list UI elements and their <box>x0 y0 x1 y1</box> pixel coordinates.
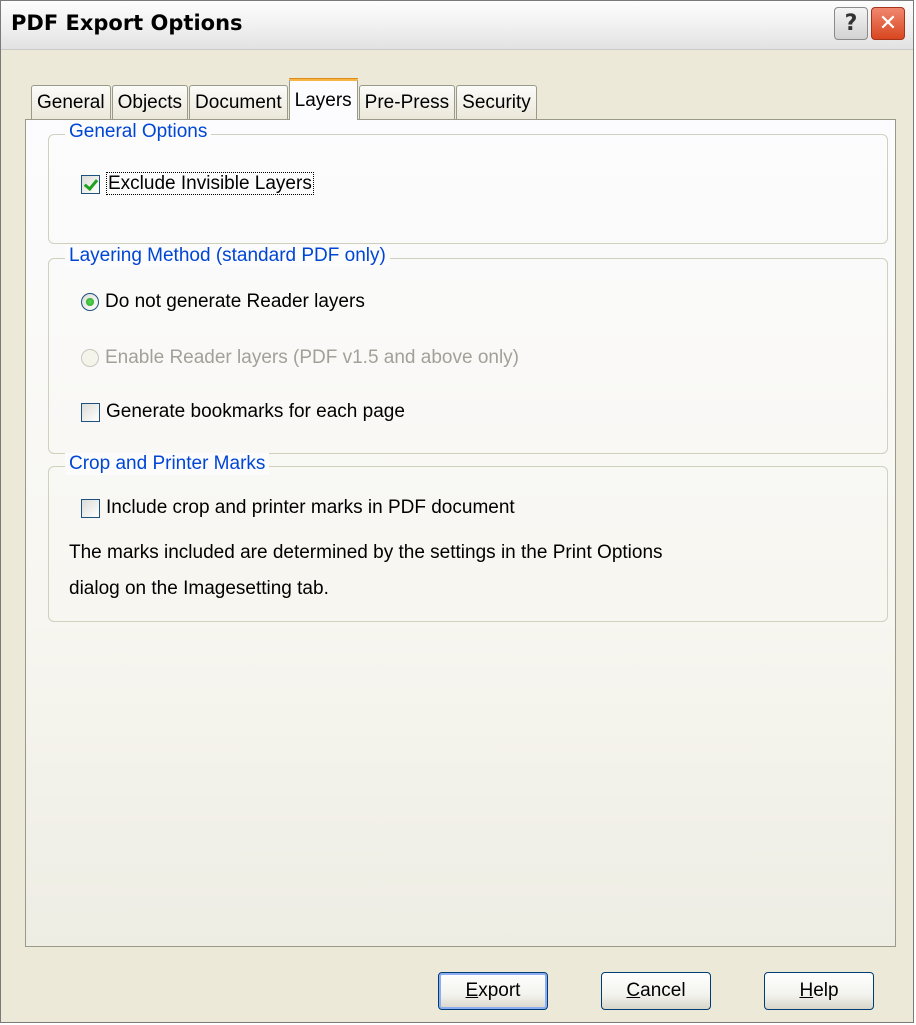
generate-bookmarks-option[interactable]: Generate bookmarks for each page <box>81 401 405 423</box>
general-options-group: General Options Exclude Invisible Layers <box>48 121 888 244</box>
pdf-export-options-dialog: PDF Export Options ? ✕ General Objects D… <box>0 0 914 1023</box>
tab-security[interactable]: Security <box>456 85 537 119</box>
marks-note-line-1: The marks included are determined by the… <box>69 542 663 563</box>
title-bar[interactable]: PDF Export Options ? ✕ <box>1 1 913 50</box>
cancel-label-rest: ancel <box>640 980 686 1001</box>
tab-layers[interactable]: Layers <box>288 78 358 120</box>
include-crop-marks-label[interactable]: Include crop and printer marks in PDF do… <box>106 497 515 518</box>
include-crop-marks-option[interactable]: Include crop and printer marks in PDF do… <box>81 497 515 519</box>
generate-bookmarks-label[interactable]: Generate bookmarks for each page <box>106 401 405 422</box>
question-mark-icon: ? <box>844 11 858 36</box>
help-label-rest: elp <box>813 980 839 1001</box>
tab-objects[interactable]: Objects <box>111 85 189 119</box>
crop-and-printer-marks-legend: Crop and Printer Marks <box>65 453 270 475</box>
general-options-legend: General Options <box>65 121 212 143</box>
enable-reader-layers-option: Enable Reader layers (PDF v1.5 and above… <box>81 347 519 369</box>
tab-pre-press[interactable]: Pre-Press <box>358 85 456 119</box>
do-not-generate-reader-layers-label[interactable]: Do not generate Reader layers <box>105 291 365 312</box>
include-crop-marks-checkbox[interactable] <box>81 498 100 518</box>
enable-reader-layers-radio <box>81 349 99 367</box>
layers-tab-panel: General Options Exclude Invisible Layers… <box>25 119 896 947</box>
marks-note-line-2: dialog on the Imagesetting tab. <box>69 578 329 599</box>
close-icon: ✕ <box>878 11 898 36</box>
crop-and-printer-marks-group: Crop and Printer Marks Include crop and … <box>48 453 888 622</box>
help-mnemonic: H <box>799 980 814 1001</box>
export-label-rest: xport <box>478 980 521 1001</box>
help-title-button[interactable]: ? <box>834 7 868 40</box>
do-not-generate-reader-layers-radio[interactable] <box>81 293 99 311</box>
help-button[interactable]: Help <box>764 972 874 1010</box>
cancel-button[interactable]: Cancel <box>601 972 711 1010</box>
generate-bookmarks-checkbox[interactable] <box>81 402 100 422</box>
enable-reader-layers-label: Enable Reader layers (PDF v1.5 and above… <box>105 347 520 368</box>
layering-method-group: Layering Method (standard PDF only) Do n… <box>48 245 888 454</box>
export-button[interactable]: Export <box>438 972 548 1010</box>
exclude-invisible-layers-option[interactable]: Exclude Invisible Layers <box>81 172 314 195</box>
cancel-mnemonic: C <box>626 980 641 1001</box>
layering-method-legend: Layering Method (standard PDF only) <box>65 245 390 267</box>
close-button[interactable]: ✕ <box>871 7 905 40</box>
do-not-generate-reader-layers-option[interactable]: Do not generate Reader layers <box>81 291 365 313</box>
exclude-invisible-layers-label[interactable]: Exclude Invisible Layers <box>106 172 314 195</box>
window-title: PDF Export Options <box>11 11 243 35</box>
tab-document[interactable]: Document <box>189 85 288 119</box>
tab-strip: General Objects Document Layers Pre-Pres… <box>31 77 538 120</box>
tab-general[interactable]: General <box>31 85 111 119</box>
export-mnemonic: E <box>465 980 479 1001</box>
exclude-invisible-layers-checkbox[interactable] <box>81 174 100 194</box>
